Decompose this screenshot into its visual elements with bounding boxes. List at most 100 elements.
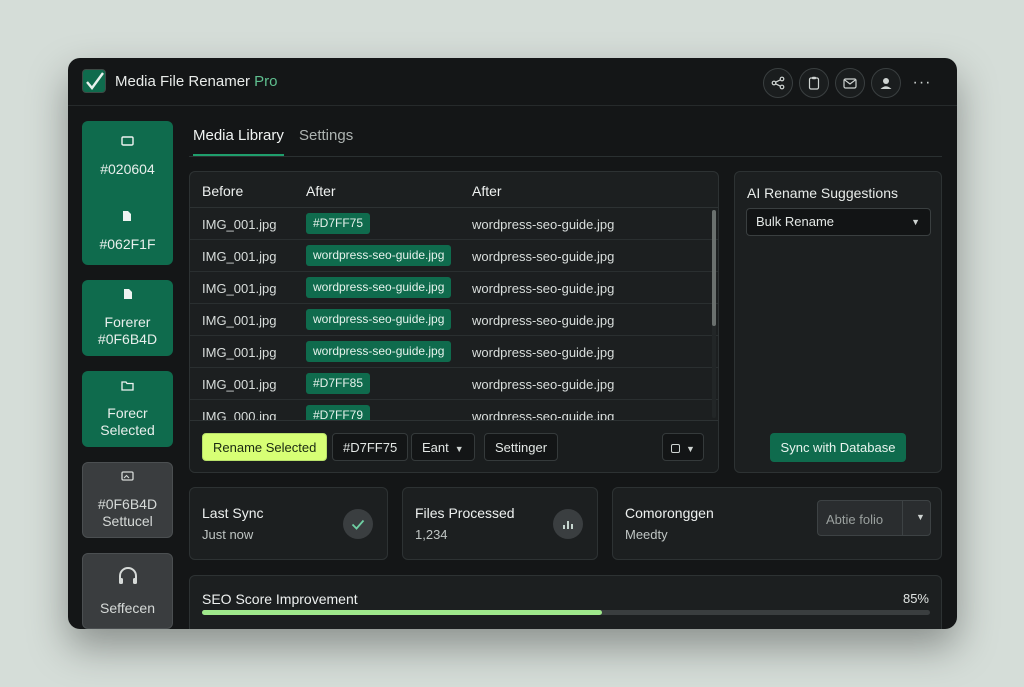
last-sync-card: Last Sync Just now bbox=[189, 487, 388, 560]
bulk-rename-value: Bulk Rename bbox=[756, 214, 835, 229]
chevron-down-icon: ▼ bbox=[911, 217, 920, 227]
row-after-tag: wordpress-seo-guide.jpg bbox=[306, 309, 452, 330]
app-name: Media File Renamer bbox=[115, 73, 251, 90]
sidebar-item-settucel[interactable]: #0F6B4D Settucel bbox=[82, 462, 173, 538]
seo-score-card: SEO Score Improvement 85% bbox=[189, 575, 942, 629]
row-after: wordpress-seo-guide.jpg bbox=[472, 345, 615, 360]
sidebar-item-label: #020604 bbox=[100, 161, 155, 177]
chart-icon bbox=[553, 509, 583, 539]
table-row[interactable]: IMG_001.jpg wordpress-seo-guide.jpg word… bbox=[190, 240, 718, 272]
row-after-tag: #D7FF75 bbox=[306, 213, 371, 234]
sidebar-item-062f1f[interactable]: #062F1F bbox=[99, 210, 156, 253]
app-title: Media File Renamer Pro bbox=[115, 73, 277, 90]
last-sync-label: Last Sync bbox=[202, 505, 264, 521]
last-sync-value: Just now bbox=[202, 527, 254, 542]
pro-badge: Pro bbox=[254, 73, 278, 90]
app-logo-icon bbox=[82, 69, 106, 93]
sidebar-item-label: Selected bbox=[100, 422, 155, 438]
sidebar-item-020604[interactable]: #020604 bbox=[100, 135, 155, 178]
more-icon[interactable]: ··· bbox=[907, 68, 937, 98]
chevron-down-icon: ▼ bbox=[454, 444, 464, 454]
headset-icon bbox=[116, 565, 140, 594]
row-after-tag: wordpress-seo-guide.jpg bbox=[306, 341, 452, 362]
folder-label: Comoronggen bbox=[625, 505, 714, 521]
select-divider bbox=[902, 501, 903, 535]
ai-panel-title: AI Rename Suggestions bbox=[747, 185, 898, 201]
column-header-after[interactable]: After bbox=[306, 183, 336, 199]
bulk-rename-select[interactable]: Bulk Rename ▼ bbox=[746, 208, 931, 236]
sidebar-item-seffecen[interactable]: Seffecen bbox=[82, 553, 173, 629]
share-icon[interactable] bbox=[763, 68, 793, 98]
sync-database-button[interactable]: Sync with Database bbox=[770, 433, 906, 462]
tab-media-library[interactable]: Media Library bbox=[193, 127, 284, 156]
clipboard-icon[interactable] bbox=[799, 68, 829, 98]
seo-progress-fill bbox=[202, 610, 603, 615]
sidebar-item-label: Forerer bbox=[104, 314, 151, 330]
toolbar-icons: ··· bbox=[763, 68, 937, 98]
folder-icon bbox=[121, 379, 134, 396]
column-header-after-2[interactable]: After bbox=[472, 183, 502, 199]
row-before: IMG_001.jpg bbox=[202, 249, 277, 264]
color-code-button[interactable]: #D7FF75 bbox=[332, 433, 409, 461]
chevron-down-icon: ▼ bbox=[916, 512, 925, 522]
monitor-icon bbox=[121, 135, 134, 152]
table-row[interactable]: IMG_001.jpg #D7FF75 wordpress-seo-guide.… bbox=[190, 208, 718, 240]
row-after: wordpress-seo-guide.jpg bbox=[472, 377, 615, 392]
square-icon bbox=[671, 444, 680, 453]
table-scrollbar-thumb[interactable] bbox=[712, 210, 716, 326]
table-row[interactable]: IMG_001.jpg wordpress-seo-guide.jpg word… bbox=[190, 336, 718, 368]
row-after-tag: #D7FF79 bbox=[306, 405, 371, 420]
sidebar-item-label: #0F6B4D bbox=[97, 331, 158, 347]
file-icon bbox=[122, 210, 132, 227]
seo-progress-track bbox=[202, 610, 930, 615]
row-after-tag: wordpress-seo-guide.jpg bbox=[306, 245, 452, 266]
app-window: Media File Renamer Pro ··· #020604 #062F… bbox=[68, 58, 957, 629]
sidebar-item-label: #0F6B4D bbox=[97, 496, 158, 512]
folder-card: Comoronggen Meedty Abtie folio ▼ bbox=[612, 487, 942, 560]
row-after: wordpress-seo-guide.jpg bbox=[472, 217, 615, 232]
settinger-button[interactable]: Settinger bbox=[484, 433, 559, 461]
user-icon[interactable] bbox=[871, 68, 901, 98]
rename-selected-button[interactable]: Rename Selected bbox=[202, 433, 328, 461]
row-before: IMG_001.jpg bbox=[202, 281, 277, 296]
eant-dropdown[interactable]: Eant ▼ bbox=[411, 433, 475, 461]
file-icon bbox=[123, 288, 133, 305]
row-before: IMG_000.ipg bbox=[202, 409, 277, 420]
seo-score-label: SEO Score Improvement bbox=[202, 591, 358, 607]
sidebar-item-selected[interactable]: Forecr Selected bbox=[82, 371, 173, 447]
table-header: Before After After bbox=[190, 172, 718, 208]
seo-score-percent: 85% bbox=[902, 591, 929, 606]
row-after: wordpress-seo-guide.jpg bbox=[472, 313, 615, 328]
eant-label: Eant bbox=[422, 440, 449, 455]
row-after: wordpress-seo-guide.jpg bbox=[472, 409, 615, 420]
sidebar-item-label: Settucel bbox=[102, 513, 153, 529]
table-scrollbar[interactable] bbox=[712, 210, 716, 418]
row-after: wordpress-seo-guide.jpg bbox=[472, 249, 615, 264]
row-before: IMG_001.jpg bbox=[202, 377, 277, 392]
view-toggle-dropdown[interactable]: ▼ bbox=[662, 433, 704, 461]
table-row[interactable]: IMG_001.jpg wordpress-seo-guide.jpg word… bbox=[190, 304, 718, 336]
sidebar-item-forerer[interactable]: Forerer #0F6B4D bbox=[82, 280, 173, 356]
table-row[interactable]: IMG_001.jpg #D7FF85 wordpress-seo-guide.… bbox=[190, 368, 718, 400]
column-header-before[interactable]: Before bbox=[202, 183, 243, 199]
row-after-tag: #D7FF85 bbox=[306, 373, 371, 394]
folder-select[interactable]: Abtie folio ▼ bbox=[817, 500, 931, 536]
files-processed-card: Files Processed 1,234 bbox=[402, 487, 598, 560]
files-processed-label: Files Processed bbox=[415, 505, 515, 521]
table-body: IMG_001.jpg #D7FF75 wordpress-seo-guide.… bbox=[190, 208, 718, 420]
table-actions: Rename Selected #D7FF75 Eant ▼ Settinger … bbox=[190, 420, 718, 472]
table-row[interactable]: IMG_001.jpg wordpress-seo-guide.jpg word… bbox=[190, 272, 718, 304]
sidebar-item-label: #062F1F bbox=[99, 236, 156, 252]
check-icon bbox=[343, 509, 373, 539]
title-bar: Media File Renamer Pro ··· bbox=[68, 58, 957, 106]
mail-icon[interactable] bbox=[835, 68, 865, 98]
folder-value: Meedty bbox=[625, 527, 668, 542]
file-table-panel: Before After After IMG_001.jpg #D7FF75 w… bbox=[189, 171, 719, 473]
sidebar-item-label: Forecr bbox=[107, 405, 148, 421]
image-icon bbox=[121, 470, 134, 487]
chevron-down-icon: ▼ bbox=[686, 444, 695, 454]
row-before: IMG_001.jpg bbox=[202, 345, 277, 360]
table-row[interactable]: IMG_000.ipg #D7FF79 wordpress-seo-guide.… bbox=[190, 400, 718, 420]
tab-settings[interactable]: Settings bbox=[299, 127, 353, 154]
ai-suggestions-panel: AI Rename Suggestions Bulk Rename ▼ Sync… bbox=[734, 171, 942, 473]
